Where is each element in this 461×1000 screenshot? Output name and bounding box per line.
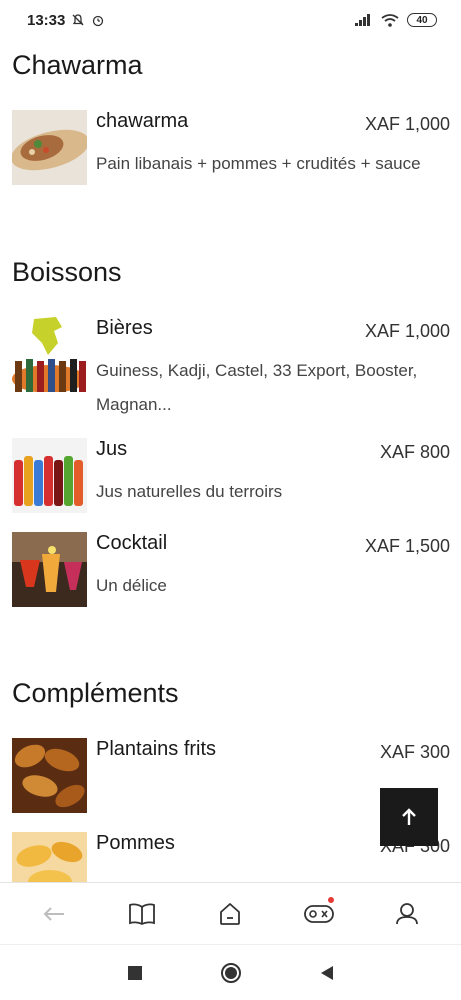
bell-off-icon	[72, 14, 84, 26]
item-image-chawarma	[12, 110, 87, 185]
nav-back-button[interactable]	[29, 889, 79, 939]
arrow-up-icon	[402, 808, 416, 825]
status-bar: 13:33 40	[0, 0, 461, 40]
item-name: Plantains frits	[96, 738, 217, 760]
back-arrow-icon	[43, 906, 65, 921]
battery-icon: 40	[407, 13, 437, 27]
item-name: Bières	[96, 317, 153, 339]
menu-item-jus[interactable]: Jus XAF 800 Jus naturelles du terroirs	[12, 438, 450, 518]
wifi-icon	[381, 13, 399, 27]
item-name: Cocktail	[96, 532, 168, 554]
item-name: Jus	[96, 438, 128, 460]
item-image-plantains	[12, 738, 87, 813]
nav-profile-button[interactable]	[382, 889, 432, 939]
item-description: Jus naturelles du terroirs	[96, 482, 283, 501]
item-description: Guiness, Kadji, Castel, 33 Export, Boost…	[96, 361, 418, 414]
item-price: XAF 800	[379, 442, 450, 462]
recents-square-icon[interactable]	[127, 965, 142, 980]
book-icon	[129, 903, 156, 925]
section-title-boissons: Boissons	[12, 257, 122, 287]
scroll-to-top-button[interactable]	[380, 788, 438, 846]
gamepad-icon	[303, 904, 334, 923]
item-price: XAF 1,000	[364, 321, 450, 341]
notification-badge	[327, 896, 334, 903]
section-title-chawarma: Chawarma	[12, 50, 143, 80]
home-icon	[220, 902, 241, 925]
menu-item-chawarma[interactable]: chawarma XAF 1,000 Pain libanais + pomme…	[12, 110, 450, 190]
nav-games-button[interactable]	[294, 889, 344, 939]
item-price: XAF 1,000	[364, 114, 450, 134]
item-price: XAF 1,500	[364, 536, 450, 556]
signal-icon	[355, 14, 370, 26]
menu-item-cocktail[interactable]: Cocktail XAF 1,500 Un délice	[12, 532, 450, 612]
system-navigation	[0, 944, 461, 1000]
menu-item-bieres[interactable]: Bières XAF 1,000 Guiness, Kadji, Castel,…	[12, 317, 450, 422]
nav-home-button[interactable]	[205, 889, 255, 939]
item-image-bieres	[12, 317, 87, 392]
menu-content[interactable]: Chawarma chawarma XAF 1,000 Pain libanai…	[0, 40, 461, 882]
item-price: XAF 300	[379, 742, 450, 762]
profile-icon	[395, 902, 418, 924]
section-title-complements: Compléments	[12, 678, 179, 708]
item-name: chawarma	[96, 110, 189, 132]
home-circle-icon[interactable]	[220, 962, 242, 984]
item-description: Pain libanais + pommes + crudités + sauc…	[96, 154, 421, 173]
status-time: 13:33	[27, 11, 66, 29]
item-image-cocktail	[12, 532, 87, 607]
bottom-navigation	[0, 882, 461, 944]
item-description: Un délice	[96, 576, 167, 595]
item-image-jus	[12, 438, 87, 513]
nav-menu-button[interactable]	[117, 889, 167, 939]
back-triangle-icon[interactable]	[320, 965, 334, 981]
alarm-icon	[93, 15, 104, 27]
item-name: Pommes	[96, 832, 175, 854]
item-image-pommes	[12, 832, 87, 882]
battery-level: 40	[416, 14, 428, 26]
